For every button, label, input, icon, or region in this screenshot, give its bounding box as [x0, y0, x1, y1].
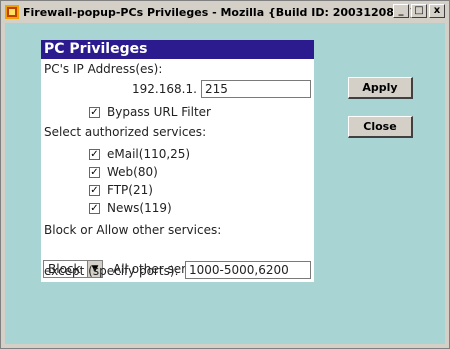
- ftp-checkbox[interactable]: ✓: [89, 185, 100, 196]
- email-label: eMail(110,25): [107, 147, 191, 161]
- news-checkbox[interactable]: ✓: [89, 203, 100, 214]
- news-label: News(119): [107, 201, 172, 215]
- except-ports-label: except (specify ports):: [44, 264, 179, 278]
- apply-button[interactable]: Apply: [348, 77, 413, 99]
- web-checkbox[interactable]: ✓: [89, 167, 100, 178]
- close-window-button[interactable]: x: [429, 4, 445, 18]
- client-area: PC Privileges PC's IP Address(es): 192.1…: [5, 23, 445, 344]
- mozilla-app-icon: [5, 5, 19, 19]
- services-label: Select authorized services:: [44, 125, 207, 139]
- ftp-label: FTP(21): [107, 183, 153, 197]
- panel-header: PC Privileges: [41, 40, 314, 59]
- browser-window: Firewall-popup-PCs Privileges - Mozilla …: [0, 0, 450, 349]
- window-title: Firewall-popup-PCs Privileges - Mozilla …: [23, 5, 418, 19]
- email-checkbox[interactable]: ✓: [89, 149, 100, 160]
- ip-label: PC's IP Address(es):: [44, 62, 163, 76]
- bypass-url-filter-checkbox[interactable]: ✓: [89, 107, 100, 118]
- minimize-button[interactable]: _: [393, 4, 409, 18]
- ip-address-input[interactable]: 215: [201, 80, 311, 98]
- web-label: Web(80): [107, 165, 158, 179]
- bypass-url-filter-label: Bypass URL Filter: [107, 105, 211, 119]
- maximize-button[interactable]: □: [411, 4, 427, 18]
- block-allow-label: Block or Allow other services:: [44, 223, 222, 237]
- ip-prefix: 192.168.1.: [132, 82, 197, 96]
- pc-privileges-panel: PC Privileges PC's IP Address(es): 192.1…: [41, 40, 314, 282]
- close-button[interactable]: Close: [348, 116, 413, 138]
- title-bar: Firewall-popup-PCs Privileges - Mozilla …: [3, 3, 447, 21]
- except-ports-input[interactable]: 1000-5000,6200: [185, 261, 311, 279]
